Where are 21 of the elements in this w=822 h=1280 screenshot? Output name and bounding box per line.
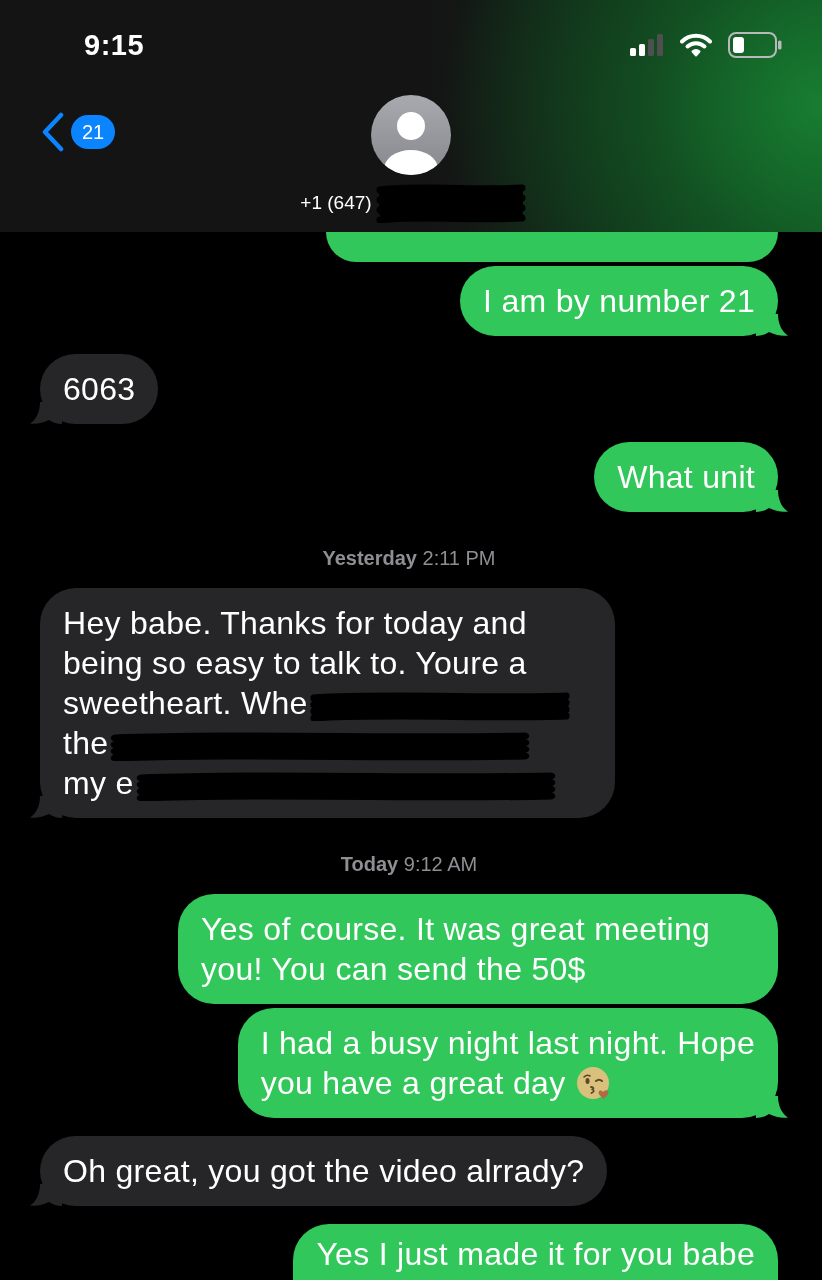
- contact-name[interactable]: +1 (647): [300, 191, 372, 215]
- battery-icon: [728, 32, 782, 58]
- message-text: I had a busy night last night. Hope: [260, 1025, 755, 1061]
- timestamp: Today 9:12 AM: [340, 852, 478, 877]
- contact-avatar-icon[interactable]: [371, 95, 451, 175]
- message-text: Oh great, you got the video alrrady?: [63, 1153, 585, 1189]
- unread-count-badge[interactable]: 21: [71, 115, 116, 149]
- message-text: I am by number 21: [483, 283, 755, 319]
- message-text: Yes I just made it for you babe: [316, 1236, 755, 1272]
- message-text: 6063: [63, 371, 136, 407]
- wifi-icon: [680, 33, 712, 57]
- message-text: Yes of course. It was great meeting you! You can send the 50$: [201, 911, 711, 987]
- message-text: sweetheart. Whe: [63, 685, 308, 721]
- message-text: my e: [63, 765, 134, 801]
- back-chevron-icon[interactable]: [40, 112, 66, 152]
- message-text: you have a great day: [260, 1065, 566, 1101]
- timestamp: Yesterday 2:11 PM: [322, 546, 496, 571]
- message-text: What unit: [617, 459, 755, 495]
- signal-icon: [630, 34, 664, 56]
- message-text: the: [63, 725, 109, 761]
- status-time: 9:15: [84, 28, 145, 62]
